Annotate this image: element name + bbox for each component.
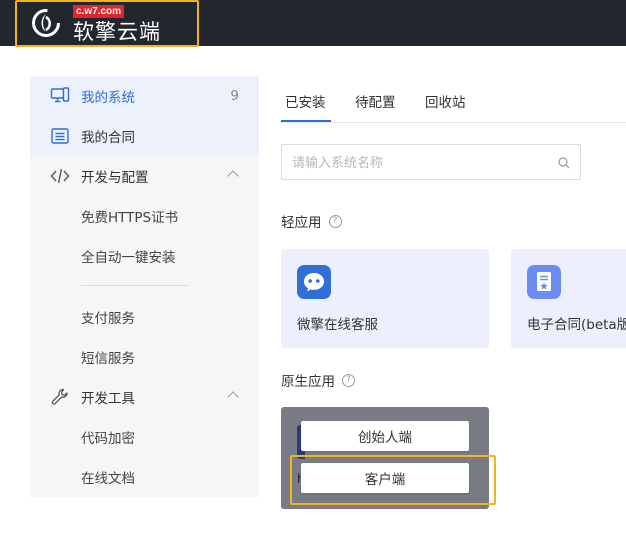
- help-icon[interactable]: ?: [342, 373, 355, 387]
- search-input[interactable]: [292, 153, 542, 173]
- sidebar-item-payment[interactable]: 支付服务: [30, 297, 259, 337]
- contract-list-icon: [51, 128, 69, 144]
- app-card-name: 电子合同(beta版: [527, 317, 626, 333]
- sidebar-item-label: 免费HTTPS证书: [81, 210, 179, 226]
- logo-highlight-box[interactable]: c.w7.com 软擎云端: [15, 0, 199, 47]
- sidebar-item-label: 全自动一键安装: [81, 250, 176, 266]
- sidebar-item-label: 开发工具: [81, 391, 135, 407]
- tab-recycle-bin[interactable]: 回收站: [425, 91, 466, 111]
- sidebar-item-dev-tools[interactable]: 开发工具: [30, 377, 259, 417]
- native-apps-heading: 原生应用 ?: [281, 370, 355, 390]
- help-icon[interactable]: ?: [328, 214, 342, 228]
- sidebar-item-https-cert[interactable]: 免费HTTPS证书: [30, 196, 259, 236]
- sidebar-item-label: 在线文档: [81, 471, 135, 487]
- tab-installed[interactable]: 已安装: [285, 91, 326, 111]
- sidebar-item-dev-config[interactable]: 开发与配置: [30, 156, 259, 196]
- chat-bubble-icon: [297, 265, 331, 299]
- sidebar-item-online-docs[interactable]: 在线文档: [30, 457, 259, 497]
- app-card-name: 微擎在线客服: [297, 317, 378, 333]
- tab-pending-config[interactable]: 待配置: [355, 91, 396, 111]
- light-apps-heading: 轻应用 ?: [281, 211, 342, 231]
- section-title: 原生应用: [281, 374, 335, 390]
- sidebar-item-label: 我的系统: [81, 90, 135, 106]
- sidebar: 我的系统 9 我的合同 开发与配置 免费HTTPS证书 全自动一键安装 支付服务…: [30, 76, 259, 497]
- sidebar-item-label: 支付服务: [81, 311, 135, 327]
- tab-divider: [281, 122, 626, 123]
- chevron-up-icon[interactable]: [227, 391, 239, 403]
- client-end-highlight-box: [290, 455, 496, 505]
- logo-icon: [32, 9, 60, 37]
- document-icon: [527, 265, 561, 299]
- sidebar-divider: [81, 285, 189, 286]
- top-bar: c.w7.com 软擎云端: [0, 0, 626, 47]
- app-card-online-service[interactable]: 微擎在线客服: [281, 249, 489, 348]
- app-card-e-contract[interactable]: 电子合同(beta版: [511, 249, 626, 348]
- search-icon[interactable]: [558, 157, 570, 169]
- code-icon: [50, 168, 70, 184]
- chevron-up-icon[interactable]: [227, 170, 239, 182]
- system-count-badge: 9: [230, 88, 239, 104]
- devices-icon: [50, 87, 70, 103]
- founder-end-button[interactable]: 创始人端: [301, 421, 469, 451]
- sidebar-item-auto-install[interactable]: 全自动一键安装: [30, 236, 259, 276]
- sidebar-item-label: 短信服务: [81, 351, 135, 367]
- search-box[interactable]: [281, 144, 581, 180]
- section-title: 轻应用: [281, 215, 322, 231]
- sidebar-item-label: 开发与配置: [81, 170, 149, 186]
- wrench-icon: [51, 388, 68, 405]
- sidebar-item-sms[interactable]: 短信服务: [30, 337, 259, 377]
- sidebar-item-code-encrypt[interactable]: 代码加密: [30, 417, 259, 457]
- sidebar-item-my-contract[interactable]: 我的合同: [30, 116, 259, 156]
- brand-name: 软擎云端: [73, 20, 161, 44]
- sidebar-item-label: 我的合同: [81, 130, 135, 146]
- sidebar-item-label: 代码加密: [81, 431, 135, 447]
- sidebar-item-my-system[interactable]: 我的系统 9: [30, 76, 259, 116]
